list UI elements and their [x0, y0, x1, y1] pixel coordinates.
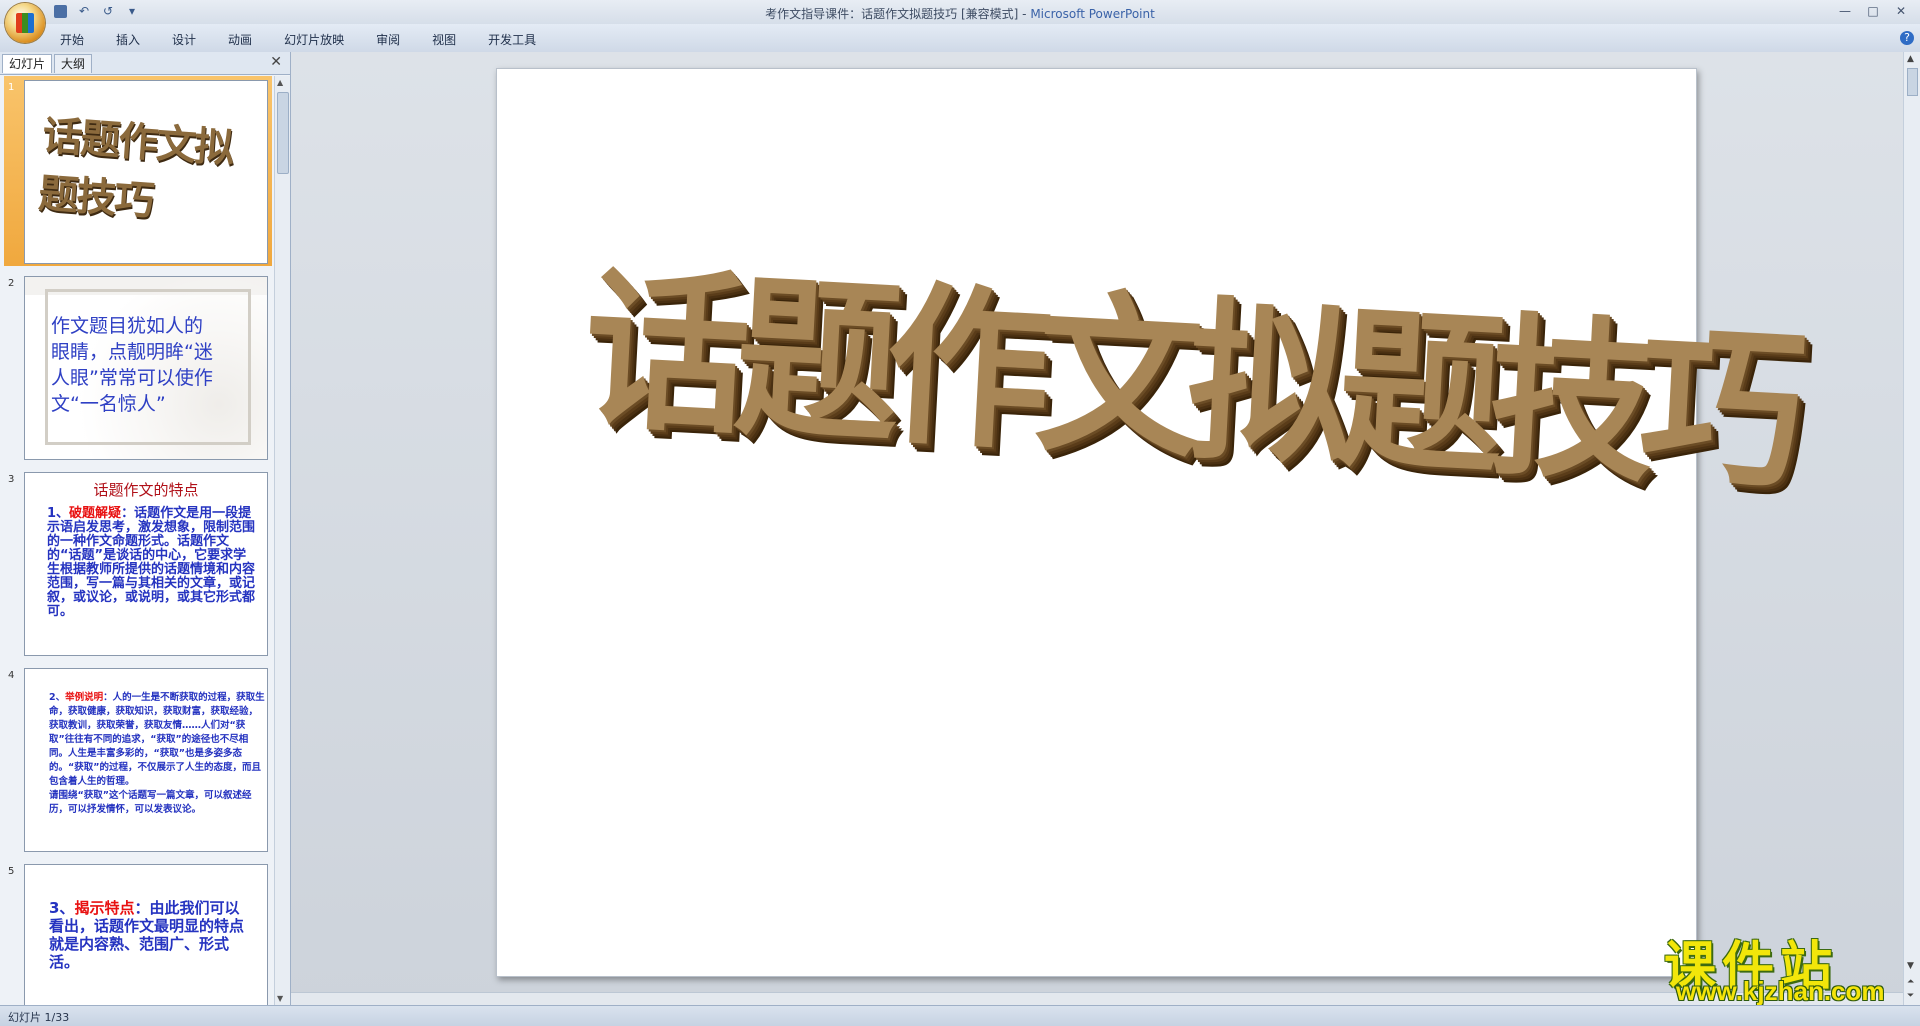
scrollbar-thumb[interactable] [1907, 68, 1918, 96]
office-logo-icon [16, 13, 34, 33]
window-controls: — □ ✕ [1834, 3, 1912, 19]
body-text: ：人的一生是不断获取的过程，获取生命，获取健康，获取知识，获取财富，获取经验，获… [49, 692, 265, 787]
tab-review[interactable]: 审阅 [376, 31, 400, 48]
slide-thumbnail-2[interactable]: 2 作文题目犹如人的眼睛，点靓明眸“迷人眼”常常可以使作文“一名惊人” [4, 272, 272, 462]
tab-slideshow[interactable]: 幻灯片放映 [284, 31, 344, 48]
vertical-scrollbar[interactable]: ▲ ▼ ⏶ ⏷ [1903, 52, 1920, 1005]
slide-thumbnail-3[interactable]: 3 话题作文的特点 1、破题解疑：话题作文是用一段提示语启发思考，激发想象，限制… [4, 468, 272, 658]
slide-number: 5 [8, 866, 15, 877]
slide-number: 1 [8, 82, 15, 93]
thumbnail-body: 1、破题解疑：话题作文是用一段提示语启发思考，激发想象，限制范围的一种作文命题形… [47, 507, 255, 619]
tab-insert[interactable]: 插入 [116, 31, 140, 48]
scrollbar-thumb[interactable] [277, 92, 289, 174]
slide-number: 4 [8, 670, 15, 681]
slides-panel: 幻灯片 大纲 ✕ 1 话题作文拟题技巧 2 作文题目犹如人的眼睛，点靓明眸“迷人… [0, 52, 291, 1005]
scroll-down-icon[interactable]: ▼ [1907, 961, 1914, 971]
title-bar: ↶ ↺ ▾ 考作文指导课件：话题作文拟题技巧 [兼容模式] - Microsof… [0, 0, 1920, 43]
slide-number: 2 [8, 278, 15, 289]
thumbnail-canvas: 作文题目犹如人的眼睛，点靓明眸“迷人眼”常常可以使作文“一名惊人” [24, 276, 268, 460]
tab-view[interactable]: 视图 [432, 31, 456, 48]
ribbon-tabs: 开始 插入 设计 动画 幻灯片放映 审阅 视图 开发工具 [60, 31, 568, 48]
scroll-up-icon[interactable]: ▲ [1907, 54, 1914, 64]
slide-thumbnails: 1 话题作文拟题技巧 2 作文题目犹如人的眼睛，点靓明眸“迷人眼”常常可以使作文… [0, 76, 275, 1005]
watermark-url: www.kjzhan.com [1676, 976, 1885, 1006]
thumbnails-scrollbar[interactable]: ▲ ▼ [274, 76, 290, 1005]
status-bar: 幻灯片 1/33 [0, 1005, 1920, 1026]
slide-number: 3 [8, 474, 15, 485]
thumbnail-text: 作文题目犹如人的眼睛，点靓明眸“迷人眼”常常可以使作文“一名惊人” [51, 315, 213, 415]
tab-home[interactable]: 开始 [60, 31, 84, 48]
tab-outline[interactable]: 大纲 [54, 54, 93, 73]
application-name: Microsoft PowerPoint [1030, 7, 1155, 21]
slide-editor: 话题作文拟题技巧 [291, 52, 1904, 1005]
item-number: 1、 [47, 506, 70, 521]
thumbnail-title: 话题作文的特点 [93, 481, 199, 499]
body-text: ：话题作文是用一段提示语启发思考，激发想象，限制范围的一种作文命题形式。话题作文… [47, 506, 256, 619]
thumbnail-body: 2、举例说明：人的一生是不断获取的过程，获取生命，获取健康，获取知识，获取财富，… [49, 691, 267, 817]
slide-indicator: 幻灯片 1/33 [8, 1011, 70, 1024]
help-icon[interactable]: ? [1900, 31, 1914, 45]
item-number: 3、 [49, 899, 75, 917]
panel-tabs: 幻灯片 大纲 ✕ [0, 52, 290, 75]
slide-title-wordart[interactable]: 话题作文拟题技巧 [579, 209, 1798, 523]
item-number: 2、 [49, 692, 66, 703]
tab-slides[interactable]: 幻灯片 [2, 54, 53, 73]
close-button[interactable]: ✕ [1890, 3, 1912, 19]
keyword: 破题解疑 [69, 506, 122, 521]
title-separator: - [1018, 7, 1031, 21]
watermark: 课件站 www.kjzhan.com [1664, 924, 1904, 1006]
close-panel-icon[interactable]: ✕ [270, 54, 282, 70]
previous-slide-icon[interactable]: ⏶ [1907, 977, 1914, 987]
thumbnail-canvas: 话题作文拟题技巧 [24, 80, 268, 264]
thumbnail-canvas: 2、举例说明：人的一生是不断获取的过程，获取生命，获取健康，获取知识，获取财富，… [24, 668, 268, 852]
maximize-button[interactable]: □ [1862, 3, 1884, 19]
tab-animations[interactable]: 动画 [228, 31, 252, 48]
thumbnail-canvas: 3、揭示特点：由此我们可以看出，话题作文最明显的特点就是内容熟、范围广、形式活。 [24, 864, 268, 1005]
slide-thumbnail-5[interactable]: 5 3、揭示特点：由此我们可以看出，话题作文最明显的特点就是内容熟、范围广、形式… [4, 860, 272, 1005]
keyword: 揭示特点 [74, 899, 135, 917]
office-button[interactable] [5, 3, 45, 43]
tab-design[interactable]: 设计 [172, 31, 196, 48]
horizontal-scrollbar[interactable] [291, 992, 1904, 1005]
thumbnail-title: 话题作文拟题技巧 [37, 111, 234, 225]
keyword: 举例说明 [65, 692, 104, 703]
thumbnail-canvas: 话题作文的特点 1、破题解疑：话题作文是用一段提示语启发思考，激发想象，限制范围… [24, 472, 268, 656]
scroll-down-icon[interactable]: ▼ [277, 994, 283, 1003]
slide-canvas[interactable]: 话题作文拟题技巧 [496, 68, 1796, 977]
slide-thumbnail-4[interactable]: 4 2、举例说明：人的一生是不断获取的过程，获取生命，获取健康，获取知识，获取财… [4, 664, 272, 854]
thumbnail-body: 3、揭示特点：由此我们可以看出，话题作文最明显的特点就是内容熟、范围广、形式活。 [49, 899, 253, 971]
body-text-2: 请围绕“获取”这个话题写一篇文章，可以叙述经历，可以抒发情怀，可以发表议论。 [49, 790, 252, 815]
ribbon: 开始 插入 设计 动画 幻灯片放映 审阅 视图 开发工具 ? [0, 24, 1920, 53]
window-title: 考作文指导课件：话题作文拟题技巧 [兼容模式] - Microsoft Powe… [0, 5, 1920, 22]
tab-developer[interactable]: 开发工具 [488, 31, 536, 48]
next-slide-icon[interactable]: ⏷ [1907, 991, 1914, 1001]
minimize-button[interactable]: — [1834, 3, 1856, 19]
document-title: 考作文指导课件：话题作文拟题技巧 [兼容模式] [765, 7, 1019, 21]
slide-thumbnail-1[interactable]: 1 话题作文拟题技巧 [4, 76, 272, 266]
scroll-up-icon[interactable]: ▲ [277, 78, 283, 87]
